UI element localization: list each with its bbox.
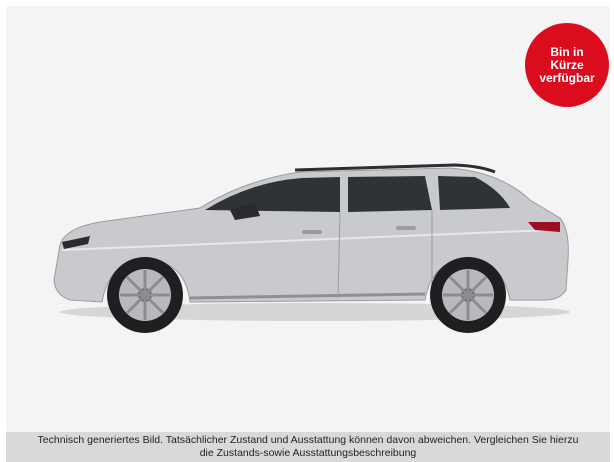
car-image[interactable] (40, 150, 580, 340)
availability-badge: Bin in Kürze verfügbar (525, 23, 609, 107)
rear-wheel (430, 257, 506, 333)
availability-badge-text: Bin in Kürze verfügbar (539, 44, 595, 85)
vehicle-image-viewer: Bin in Kürze verfügbar Technisch generie… (0, 0, 614, 462)
disclaimer-line-1: Technisch generiertes Bild. Tatsächliche… (37, 434, 579, 446)
front-wheel (107, 257, 183, 333)
image-disclaimer: Technisch generiertes Bild. Tatsächliche… (6, 432, 610, 462)
door-handle (302, 230, 322, 234)
disclaimer-line-2: die Zustands-sowie Ausstattungsbeschreib… (199, 446, 417, 459)
